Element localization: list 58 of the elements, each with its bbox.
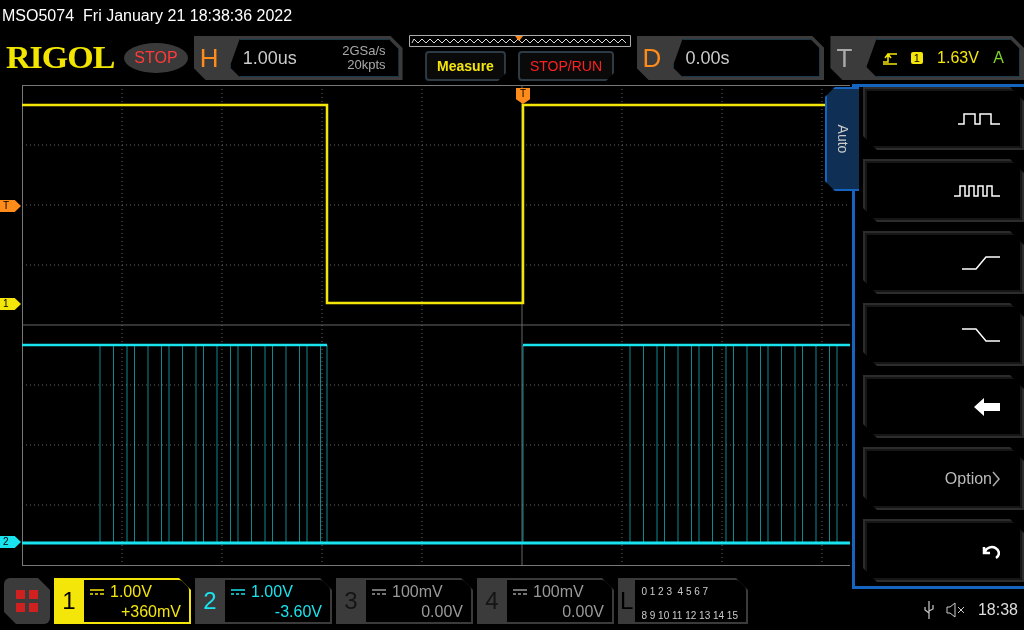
trigger-level-reading: 1.63V (937, 49, 979, 67)
dc-coupling-icon (372, 589, 386, 595)
level-marker[interactable]: 2 (0, 536, 21, 548)
falling-edge-icon (962, 326, 1000, 343)
trigger-mode: A (993, 49, 1004, 67)
level-marker[interactable]: T (0, 200, 21, 212)
menu-tab[interactable]: Auto (825, 87, 859, 191)
speaker-muted-icon[interactable] (945, 601, 966, 618)
trigger-panel[interactable]: T 1 1.63V A (830, 36, 1024, 80)
pulse-train-icon (954, 184, 1000, 197)
rising-edge-trigger-icon (882, 51, 897, 65)
channel-panel[interactable]: 2 1.00V -3.60V (195, 578, 332, 624)
vertical-scale: 1.00V (251, 582, 293, 602)
measure-button[interactable]: Measure (425, 51, 506, 81)
trigger-position-marker: T (516, 88, 530, 104)
trigger-source-badge: 1 (910, 52, 923, 64)
digital-channel-numbers: 0 1 2 3 4 5 6 7 (641, 585, 710, 599)
date-time: Fri January 21 18:38:36 2022 (83, 7, 293, 25)
left-arrow-icon (974, 397, 1000, 416)
channel-panel[interactable]: 1 1.00V +360mV (54, 578, 191, 624)
vertical-scale: 100mV (392, 582, 443, 602)
vertical-scale: 1.00V (110, 582, 152, 602)
horizontal-label: H (199, 42, 220, 74)
dc-coupling-icon (231, 589, 245, 595)
menu-button[interactable]: Option (863, 447, 1024, 510)
delay-reading: 0.00s (685, 47, 730, 69)
dc-coupling-icon (90, 589, 104, 595)
vertical-offset: 0.00V (562, 602, 604, 622)
clock-time: 18:38 (977, 600, 1018, 619)
pulse-icon (958, 112, 1000, 125)
delay-label: D (642, 42, 663, 74)
memory-depth: 20kpts (347, 58, 386, 72)
vertical-offset: +360mV (120, 602, 181, 622)
digital-channel-numbers: 8 9 10 11 12 13 14 15 (641, 609, 738, 623)
chevron-right-icon (992, 470, 1000, 487)
sample-rate: 2GSa/s (342, 44, 386, 58)
logic-label: L (619, 586, 635, 616)
channel-number: 2 (202, 586, 218, 616)
level-marker[interactable]: 1 (0, 298, 21, 310)
menu-button[interactable] (863, 375, 1024, 438)
usb-icon (923, 600, 934, 619)
trigger-label: T (836, 42, 854, 74)
stop-run-button[interactable]: STOP/RUN (517, 51, 614, 81)
brand-logo: RIGOL (6, 40, 115, 76)
horizontal-panel[interactable]: H 1.00us 2GSa/s 20kpts (193, 36, 403, 80)
run-status: STOP (124, 43, 188, 73)
dc-coupling-icon (513, 589, 527, 595)
rising-edge-icon (962, 254, 1000, 271)
channel-number: 1 (61, 586, 77, 616)
delay-panel[interactable]: D 0.00s (636, 36, 825, 80)
vertical-offset: 0.00V (421, 602, 463, 622)
home-button[interactable] (4, 578, 50, 624)
instrument-model: MSO5074 (2, 7, 75, 25)
timebase-reading: 1.00us (242, 47, 297, 69)
vertical-offset: -3.60V (274, 602, 322, 622)
grid-icon (16, 590, 38, 612)
vertical-scale: 100mV (533, 582, 584, 602)
menu-button[interactable] (863, 159, 1024, 222)
